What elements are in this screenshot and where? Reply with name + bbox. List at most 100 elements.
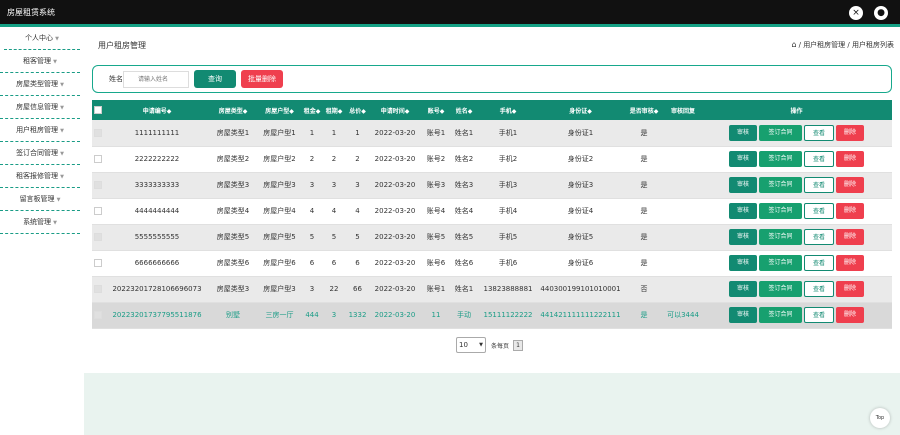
page-size-select[interactable]: 10 ▼: [456, 337, 486, 353]
sidebar-item-house-types[interactable]: 房屋类型管理 ▼: [0, 73, 80, 96]
table-cell: 身份证2: [538, 146, 623, 173]
sidebar-item-contracts[interactable]: 签订合同管理 ▼: [0, 142, 80, 165]
table-cell: 账号5: [422, 224, 450, 251]
top-bar: 房屋租赁系统 × ●: [0, 0, 900, 24]
column-header[interactable]: 账号◆: [422, 100, 450, 120]
sign-contract-button[interactable]: 签订合同: [759, 203, 802, 219]
chevron-down-icon: ▼: [60, 174, 64, 180]
column-header[interactable]: 手机◆: [478, 100, 538, 120]
delete-button[interactable]: 删除: [836, 124, 864, 141]
name-search-input[interactable]: [123, 71, 189, 88]
chevron-down-icon: ▼: [53, 59, 57, 65]
delete-button[interactable]: 删除: [836, 281, 864, 297]
row-checkbox[interactable]: [92, 224, 104, 251]
column-header[interactable]: 身份证◆: [538, 100, 623, 120]
sidebar-item-tenants[interactable]: 租客管理 ▼: [0, 50, 80, 73]
close-icon[interactable]: ×: [849, 6, 863, 20]
table-cell: 房屋户型3: [256, 172, 303, 199]
table-cell: 20223201737795511876: [104, 302, 210, 329]
sidebar-item-house-info[interactable]: 房屋信息管理 ▼: [0, 96, 80, 119]
table-cell: 2022-03-20: [368, 172, 422, 199]
sign-contract-button[interactable]: 签订合同: [759, 124, 802, 141]
delete-button[interactable]: 删除: [836, 229, 864, 245]
audit-button[interactable]: 审核: [729, 229, 757, 245]
column-header[interactable]: 申请时间◆: [368, 100, 422, 120]
delete-button[interactable]: 删除: [836, 307, 864, 323]
audit-button[interactable]: 审核: [729, 124, 757, 141]
delete-button[interactable]: 删除: [836, 151, 864, 167]
sidebar-item-repairs[interactable]: 租客报修管理 ▼: [0, 165, 80, 188]
audit-button[interactable]: 审核: [729, 151, 757, 167]
view-button[interactable]: 查看: [804, 203, 834, 219]
select-all-checkbox[interactable]: [92, 100, 104, 120]
sign-contract-button[interactable]: 签订合同: [759, 255, 802, 271]
column-header[interactable]: 申请编号◆: [104, 100, 210, 120]
column-header[interactable]: 姓名◆: [450, 100, 478, 120]
table-row: 4444444444 房屋类型4 房屋户型4 4 4 4 2022-03-20 账号4 姓名4 手…: [92, 198, 892, 225]
sign-contract-button[interactable]: 签订合同: [759, 151, 802, 167]
column-header[interactable]: 总价◆: [347, 100, 368, 120]
view-button[interactable]: 查看: [804, 124, 834, 141]
table-cell: 身份证4: [538, 198, 623, 225]
delete-button[interactable]: 删除: [836, 203, 864, 219]
chevron-down-icon: ▼: [479, 342, 483, 348]
user-icon[interactable]: ●: [874, 6, 888, 20]
sign-contract-button[interactable]: 签订合同: [759, 307, 802, 323]
sidebar-item-profile[interactable]: 个人中心 ▼: [4, 27, 80, 50]
home-icon[interactable]: ⌂: [792, 40, 797, 49]
view-button[interactable]: 查看: [804, 307, 834, 323]
audit-button[interactable]: 审核: [729, 203, 757, 219]
table-cell: 手机3: [478, 172, 538, 199]
sidebar-item-system[interactable]: 系统管理 ▼: [0, 211, 80, 234]
view-button[interactable]: 查看: [804, 177, 834, 193]
rental-table: 申请编号◆ 房屋类型◆ 房屋户型◆ 租金◆ 租期◆ 总价◆ 申请时间◆ 账号◆ …: [92, 100, 892, 329]
column-header[interactable]: 房屋类型◆: [210, 100, 256, 120]
table-cell: 房屋户型4: [256, 198, 303, 225]
sign-contract-button[interactable]: 签订合同: [759, 229, 802, 245]
page-number-current[interactable]: 1: [513, 340, 523, 351]
table-cell: 4444444444: [104, 198, 210, 225]
table-cell: 身份证6: [538, 250, 623, 277]
view-button[interactable]: 查看: [804, 281, 834, 297]
column-header[interactable]: 是否审核◆: [623, 100, 665, 120]
audit-button[interactable]: 审核: [729, 281, 757, 297]
table-cell: 姓名3: [450, 172, 478, 199]
batch-delete-button[interactable]: 批量删除: [241, 70, 283, 88]
sign-contract-button[interactable]: 签订合同: [759, 281, 802, 297]
audit-button[interactable]: 审核: [729, 255, 757, 271]
column-header[interactable]: 租期◆: [321, 100, 347, 120]
sign-contract-button[interactable]: 签订合同: [759, 177, 802, 193]
table-cell: 账号2: [422, 146, 450, 173]
row-checkbox[interactable]: [92, 250, 104, 277]
sidebar-item-messages[interactable]: 留言板管理 ▼: [0, 188, 80, 211]
table-row: 20223201737795511876 别墅 三房一厅 444 3 1332 2022-0…: [92, 302, 892, 329]
view-button[interactable]: 查看: [804, 151, 834, 167]
breadcrumb-item[interactable]: 用户租房管理: [803, 41, 845, 49]
delete-button[interactable]: 删除: [836, 177, 864, 193]
search-button[interactable]: 查询: [194, 70, 236, 88]
row-checkbox[interactable]: [92, 172, 104, 199]
table-cell: 3: [321, 172, 347, 199]
table-cell: 22: [321, 276, 347, 303]
view-button[interactable]: 查看: [804, 255, 834, 271]
row-checkbox[interactable]: [92, 276, 104, 303]
table-cell: 手机5: [478, 224, 538, 251]
view-button[interactable]: 查看: [804, 229, 834, 245]
row-checkbox[interactable]: [92, 302, 104, 329]
column-header[interactable]: 房屋户型◆: [256, 100, 303, 120]
row-checkbox[interactable]: [92, 120, 104, 147]
row-checkbox[interactable]: [92, 198, 104, 225]
delete-button[interactable]: 删除: [836, 255, 864, 271]
column-header[interactable]: 租金◆: [303, 100, 321, 120]
table-cell: 3: [321, 302, 347, 329]
sidebar-item-rentals[interactable]: 用户租房管理 ▼: [0, 119, 80, 142]
table-cell: 别墅: [210, 302, 256, 329]
table-cell: 2022-03-20: [368, 224, 422, 251]
table-row: 2222222222 房屋类型2 房屋户型2 2 2 2 2022-03-20 账号2 姓名2 手…: [92, 146, 892, 173]
audit-button[interactable]: 审核: [729, 177, 757, 193]
row-checkbox[interactable]: [92, 146, 104, 173]
audit-button[interactable]: 审核: [729, 307, 757, 323]
back-to-top-button[interactable]: Top: [870, 408, 890, 428]
row-actions: 审核 签订合同 查看 删除: [701, 198, 892, 225]
row-actions: 审核 签订合同 查看 删除: [701, 172, 892, 199]
